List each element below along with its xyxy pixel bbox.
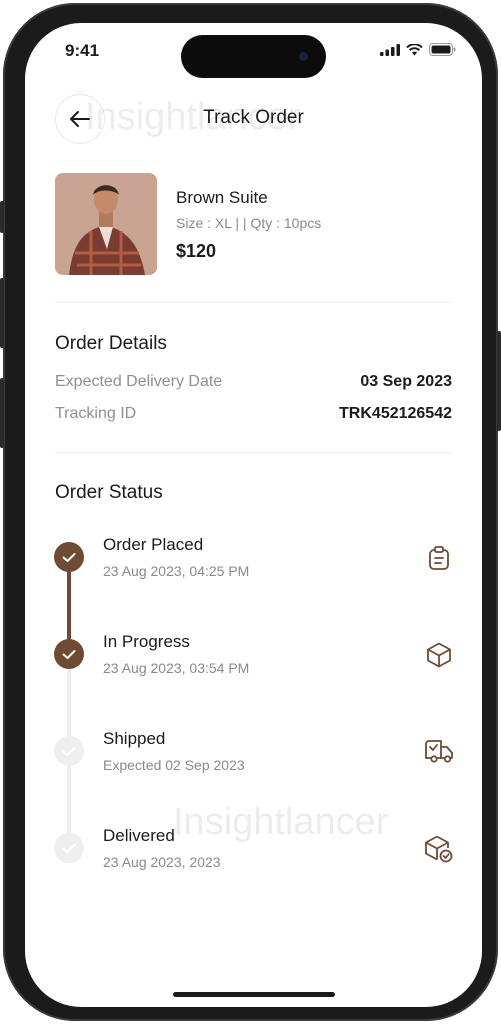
step-subtitle: Expected 02 Sep 2023 (103, 757, 245, 773)
step-subtitle: 23 Aug 2023, 04:25 PM (103, 563, 250, 579)
dynamic-island (181, 35, 326, 78)
check-icon (54, 736, 84, 766)
watermark: Insightlancer (173, 801, 389, 843)
product-name: Brown Suite (176, 188, 268, 207)
delivery-date-value: 03 Sep 2023 (360, 373, 452, 390)
product-price: $120 (176, 241, 217, 261)
battery-icon (429, 43, 456, 56)
tracking-id-value[interactable]: TRK452126542 (339, 405, 452, 423)
check-icon (54, 639, 84, 669)
product-meta: Size : XL | | Qty : 10pcs (176, 215, 322, 231)
step-subtitle: 23 Aug 2023, 2023 (103, 854, 221, 870)
check-icon (54, 833, 84, 863)
product-image (55, 173, 157, 275)
step-title: Order Placed (103, 535, 204, 554)
watermark: Insightlancer (85, 96, 301, 138)
clipboard-icon (424, 543, 454, 573)
check-icon (54, 542, 84, 572)
wifi-icon (406, 43, 423, 55)
volume-up-button (0, 278, 4, 348)
status-time: 9:41 (65, 41, 100, 60)
home-indicator[interactable] (173, 992, 335, 997)
signal-icon (380, 43, 400, 56)
step-title: Delivered (103, 826, 175, 845)
volume-down-button (0, 378, 4, 448)
phone-frame: 9:41 Track Order Insightlancer Brown Sui… (0, 3, 501, 1021)
step-title: Shipped (103, 729, 166, 748)
status-step: Shipped Expected 02 Sep 2023 (25, 729, 482, 789)
product-card[interactable]: Brown Suite Size : XL | | Qty : 10pcs $1… (55, 173, 455, 275)
box-icon (424, 640, 454, 670)
status-step: Order Placed 23 Aug 2023, 04:25 PM (25, 535, 482, 595)
divider (55, 452, 452, 453)
power-button (497, 331, 501, 431)
status-icons (380, 43, 456, 56)
order-details-title: Order Details (55, 333, 167, 354)
screen: 9:41 Track Order Insightlancer Brown Sui… (25, 23, 482, 1007)
order-status-title: Order Status (55, 482, 163, 503)
box-check-icon (424, 834, 454, 864)
action-button (0, 201, 4, 233)
status-step: In Progress 23 Aug 2023, 03:54 PM (25, 632, 482, 692)
step-title: In Progress (103, 632, 190, 651)
delivery-date-label: Expected Delivery Date (55, 373, 223, 390)
truck-icon (424, 737, 454, 767)
step-subtitle: 23 Aug 2023, 03:54 PM (103, 660, 250, 676)
tracking-id-label: Tracking ID (55, 405, 137, 422)
divider (55, 302, 452, 303)
